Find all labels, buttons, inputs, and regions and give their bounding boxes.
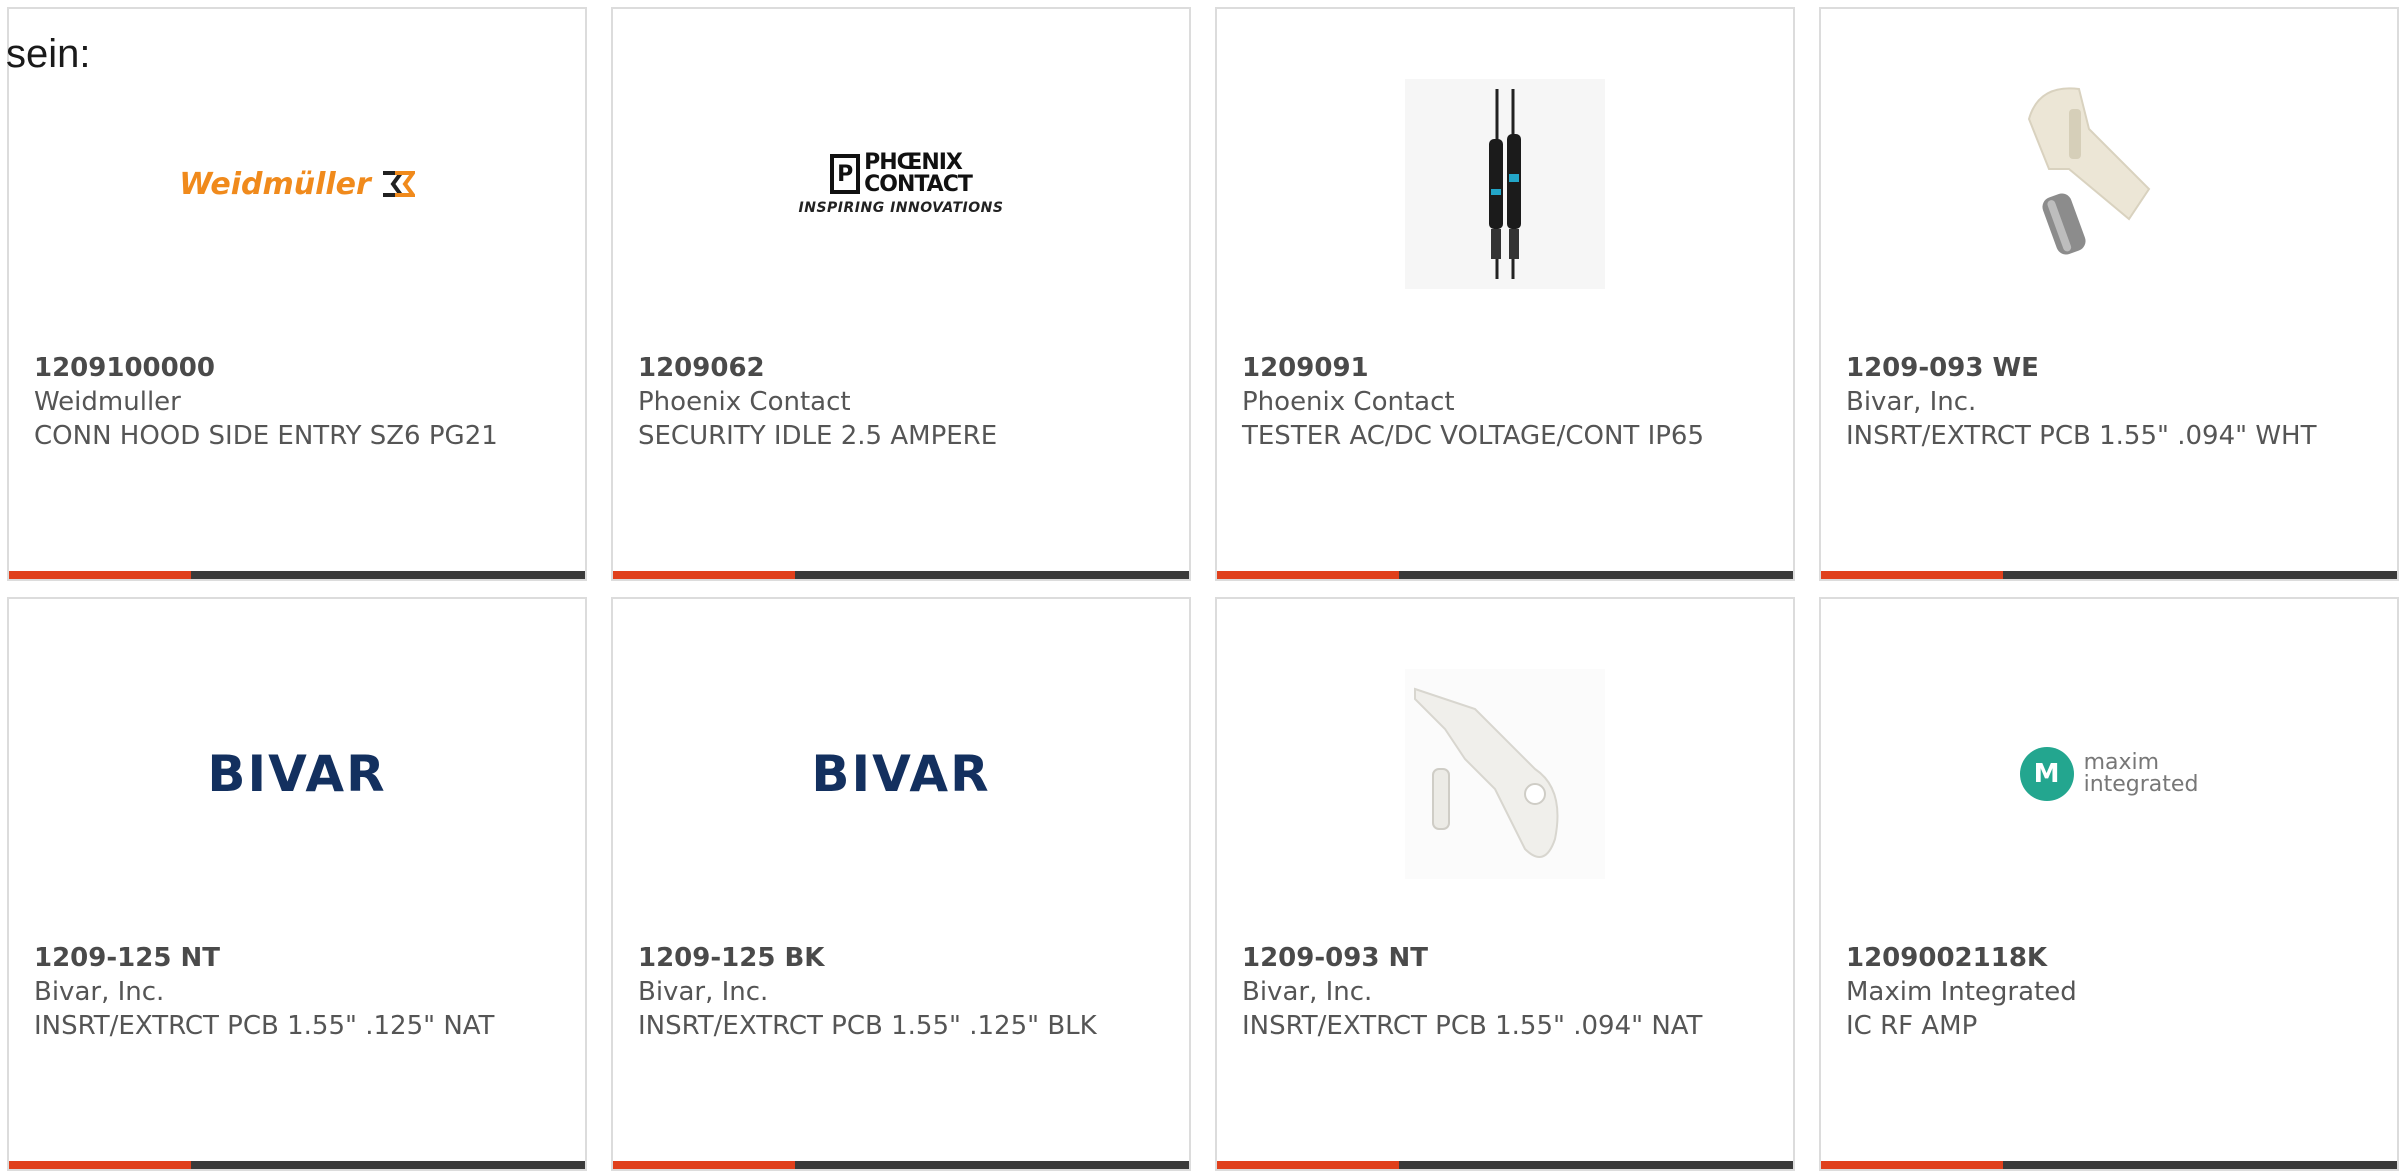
description: INSRT/EXTRCT PCB 1.55" .125" BLK [638, 1011, 1097, 1041]
card-accent-bar [9, 1161, 585, 1169]
part-number: 1209091 [1242, 353, 1369, 383]
product-info: 1209002118K Maxim Integrated IC RF AMP [1846, 941, 2377, 1043]
product-info: 1209-093 NT Bivar, Inc. INSRT/EXTRCT PCB… [1242, 941, 1773, 1043]
pcb-extractor-photo [2009, 79, 2209, 289]
manufacturer: Maxim Integrated [1846, 977, 2077, 1007]
product-card[interactable]: 1209-093 NT Bivar, Inc. INSRT/EXTRCT PCB… [1215, 597, 1795, 1171]
logo-line-1: PHŒNIX [864, 150, 963, 175]
voltage-tester-photo [1405, 79, 1605, 289]
phoenix-mark-icon: P [830, 154, 861, 194]
part-number: 1209100000 [34, 353, 215, 383]
card-accent-bar [613, 571, 1189, 579]
pcb-extractor-photo [1405, 669, 1605, 879]
bivar-logo: BIVAR [811, 745, 991, 803]
product-info: 1209-093 WE Bivar, Inc. INSRT/EXTRCT PCB… [1846, 351, 2377, 453]
manufacturer: Bivar, Inc. [1846, 387, 1977, 417]
description: INSRT/EXTRCT PCB 1.55" .125" NAT [34, 1011, 495, 1041]
logo-line-2: integrated [2083, 772, 2199, 797]
product-image: M maxim integrated [1821, 669, 2397, 879]
product-card[interactable]: 1209091 Phoenix Contact TESTER AC/DC VOL… [1215, 7, 1795, 581]
bivar-logo: BIVAR [207, 745, 387, 803]
card-accent-bar [1217, 571, 1793, 579]
product-image [1217, 669, 1793, 879]
product-image: BIVAR [613, 669, 1189, 879]
maxim-mark-icon: M [2019, 747, 2074, 801]
manufacturer: Weidmuller [34, 387, 181, 417]
part-number: 1209-125 BK [638, 943, 825, 973]
manufacturer: Phoenix Contact [638, 387, 851, 417]
description: INSRT/EXTRCT PCB 1.55" .094" WHT [1846, 421, 2317, 451]
manufacturer: Bivar, Inc. [34, 977, 165, 1007]
product-image: P PHŒNIX CONTACT INSPIRING INNOVATIONS [613, 79, 1189, 289]
lead-text: sein: [6, 32, 91, 76]
description: SECURITY IDLE 2.5 AMPERE [638, 421, 998, 451]
weidmuller-mark-icon [382, 171, 415, 197]
product-card[interactable]: BIVAR 1209-125 BK Bivar, Inc. INSRT/EXTR… [611, 597, 1191, 1171]
product-card[interactable]: P PHŒNIX CONTACT INSPIRING INNOVATIONS 1… [611, 7, 1191, 581]
manufacturer: Bivar, Inc. [1242, 977, 1373, 1007]
manufacturer: Phoenix Contact [1242, 387, 1455, 417]
card-accent-bar [9, 571, 585, 579]
product-image: BIVAR [9, 669, 585, 879]
phoenix-contact-logo: P PHŒNIX CONTACT INSPIRING INNOVATIONS [798, 150, 1004, 217]
card-accent-bar [613, 1161, 1189, 1169]
maxim-integrated-logo: M maxim integrated [2019, 747, 2199, 801]
part-number: 1209062 [638, 353, 765, 383]
product-card[interactable]: 1209-093 WE Bivar, Inc. INSRT/EXTRCT PCB… [1819, 7, 2399, 581]
description: CONN HOOD SIDE ENTRY SZ6 PG21 [34, 421, 498, 451]
card-accent-bar [1821, 571, 2397, 579]
part-number: 1209-093 WE [1846, 353, 2039, 383]
product-grid: Weidmüller 1209100000 Weidmuller CONN HO… [7, 7, 2399, 1171]
product-info: 1209-125 BK Bivar, Inc. INSRT/EXTRCT PCB… [638, 941, 1169, 1043]
product-image: Weidmüller [9, 79, 585, 289]
product-card[interactable]: BIVAR 1209-125 NT Bivar, Inc. INSRT/EXTR… [7, 597, 587, 1171]
product-info: 1209062 Phoenix Contact SECURITY IDLE 2.… [638, 351, 1169, 453]
description: IC RF AMP [1846, 1011, 1978, 1041]
product-image [1821, 79, 2397, 289]
card-accent-bar [1217, 1161, 1793, 1169]
product-card[interactable]: Weidmüller 1209100000 Weidmuller CONN HO… [7, 7, 587, 581]
product-card[interactable]: M maxim integrated 1209002118K Maxim Int… [1819, 597, 2399, 1171]
description: TESTER AC/DC VOLTAGE/CONT IP65 [1242, 421, 1705, 451]
weidmuller-logo: Weidmüller [179, 167, 415, 202]
product-info: 1209-125 NT Bivar, Inc. INSRT/EXTRCT PCB… [34, 941, 565, 1043]
card-accent-bar [1821, 1161, 2397, 1169]
product-info: 1209091 Phoenix Contact TESTER AC/DC VOL… [1242, 351, 1773, 453]
logo-tagline: INSPIRING INNOVATIONS [798, 200, 1004, 216]
product-image [1217, 79, 1793, 289]
weidmuller-logo-text: Weidmüller [179, 166, 371, 202]
logo-line-1: maxim [2083, 750, 2160, 775]
logo-line-2: CONTACT [864, 172, 973, 197]
product-info: 1209100000 Weidmuller CONN HOOD SIDE ENT… [34, 351, 565, 453]
part-number: 1209002118K [1846, 943, 2048, 973]
manufacturer: Bivar, Inc. [638, 977, 769, 1007]
part-number: 1209-093 NT [1242, 943, 1428, 973]
description: INSRT/EXTRCT PCB 1.55" .094" NAT [1242, 1011, 1703, 1041]
part-number: 1209-125 NT [34, 943, 220, 973]
